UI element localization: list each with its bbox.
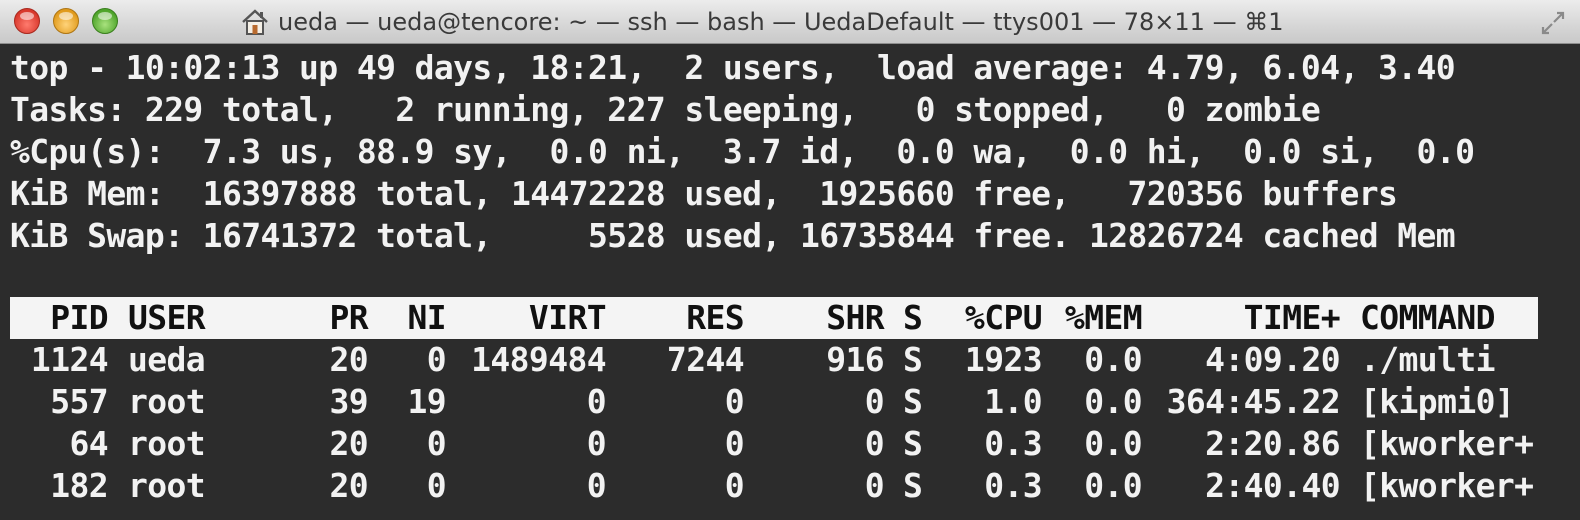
table-row: 182 root 20 0 0 0 0 S 0.3 0.0 2:40.40 [k… bbox=[10, 465, 1538, 507]
col-user: USER bbox=[128, 298, 206, 337]
cell-time: 364:45.22 bbox=[1166, 382, 1341, 421]
cell-virt: 0 bbox=[586, 382, 607, 421]
cell-command: [kworker+ bbox=[1360, 424, 1534, 463]
table-row: 64 root 20 0 0 0 0 S 0.3 0.0 2:20.86 [kw… bbox=[10, 423, 1538, 465]
terminal-content[interactable]: top - 10:02:13 up 49 days, 18:21, 2 user… bbox=[0, 44, 1580, 520]
home-icon bbox=[242, 9, 268, 35]
process-table-header: PID USER PR NI VIRT RES SHR S %CPU %MEM … bbox=[10, 297, 1538, 339]
col-res: RES bbox=[686, 298, 744, 337]
cell-virt: 0 bbox=[586, 466, 607, 505]
cell-command: [kipmi0] bbox=[1360, 382, 1515, 421]
cell-res: 0 bbox=[724, 382, 745, 421]
swap-line: KiB Swap: 16741372 total, 5528 used, 167… bbox=[10, 216, 1456, 255]
cell-res: 7244 bbox=[666, 340, 745, 379]
cell-pr: 20 bbox=[329, 466, 368, 505]
cell-ni: 0 bbox=[426, 466, 447, 505]
cell-mem: 0.0 bbox=[1084, 424, 1142, 463]
cell-ni: 19 bbox=[407, 382, 446, 421]
cell-pid: 64 bbox=[69, 424, 108, 463]
cell-shr: 0 bbox=[864, 424, 885, 463]
cell-cpu: 0.3 bbox=[984, 424, 1042, 463]
cell-pid: 557 bbox=[50, 382, 108, 421]
terminal-window: ueda — ueda@tencore: ~ — ssh — bash — Ue… bbox=[0, 0, 1580, 520]
cell-cpu: 1923 bbox=[964, 340, 1043, 379]
cell-time: 2:40.40 bbox=[1205, 466, 1340, 505]
cell-shr: 916 bbox=[826, 340, 884, 379]
fullscreen-arrows-icon[interactable] bbox=[1540, 10, 1566, 36]
col-cpu: %CPU bbox=[964, 298, 1043, 337]
col-time: TIME+ bbox=[1243, 298, 1341, 337]
cell-mem: 0.0 bbox=[1084, 466, 1142, 505]
cell-command: ./multi bbox=[1360, 340, 1495, 379]
cell-res: 0 bbox=[724, 424, 745, 463]
window-title: ueda — ueda@tencore: ~ — ssh — bash — Ue… bbox=[278, 8, 1284, 36]
cell-ni: 0 bbox=[426, 340, 447, 379]
cell-pr: 39 bbox=[329, 382, 368, 421]
cell-pid: 182 bbox=[50, 466, 108, 505]
cell-s: S bbox=[903, 424, 923, 463]
cell-cpu: 0.3 bbox=[984, 466, 1042, 505]
cell-user: ueda bbox=[128, 340, 206, 379]
col-ni: NI bbox=[407, 298, 446, 337]
cell-shr: 0 bbox=[864, 382, 885, 421]
title-bar[interactable]: ueda — ueda@tencore: ~ — ssh — bash — Ue… bbox=[0, 0, 1580, 44]
zoom-button[interactable] bbox=[92, 8, 118, 34]
col-shr: SHR bbox=[826, 298, 884, 337]
cell-s: S bbox=[903, 382, 923, 421]
cell-user: root bbox=[128, 466, 206, 505]
cell-cpu: 1.0 bbox=[984, 382, 1042, 421]
cell-pid: 1124 bbox=[30, 340, 109, 379]
cell-virt: 0 bbox=[586, 424, 607, 463]
cell-virt: 1489484 bbox=[471, 340, 606, 379]
cell-mem: 0.0 bbox=[1084, 340, 1142, 379]
mem-line: KiB Mem: 16397888 total, 14472228 used, … bbox=[10, 174, 1398, 213]
minimize-button[interactable] bbox=[53, 8, 79, 34]
tasks-line: Tasks: 229 total, 2 running, 227 sleepin… bbox=[10, 90, 1321, 129]
col-mem: %MEM bbox=[1064, 298, 1143, 337]
cell-s: S bbox=[903, 466, 923, 505]
col-pr: PR bbox=[329, 298, 368, 337]
cell-user: root bbox=[128, 382, 206, 421]
cell-ni: 0 bbox=[426, 424, 447, 463]
cell-time: 4:09.20 bbox=[1205, 340, 1340, 379]
cell-time: 2:20.86 bbox=[1205, 424, 1340, 463]
col-command: COMMAND bbox=[1360, 298, 1495, 337]
cell-pr: 20 bbox=[329, 340, 368, 379]
cpu-line: %Cpu(s): 7.3 us, 88.9 sy, 0.0 ni, 3.7 id… bbox=[10, 132, 1475, 171]
cell-shr: 0 bbox=[864, 466, 885, 505]
table-row: 1124 ueda 20 0 1489484 7244 916 S 1923 0… bbox=[10, 339, 1538, 381]
cell-s: S bbox=[903, 340, 923, 379]
col-virt: VIRT bbox=[528, 298, 607, 337]
col-s: S bbox=[903, 298, 923, 337]
cell-user: root bbox=[128, 424, 206, 463]
window-title-group: ueda — ueda@tencore: ~ — ssh — bash — Ue… bbox=[240, 0, 1340, 44]
cell-pr: 20 bbox=[329, 424, 368, 463]
cell-mem: 0.0 bbox=[1084, 382, 1142, 421]
cell-command: [kworker+ bbox=[1360, 466, 1534, 505]
cell-res: 0 bbox=[724, 466, 745, 505]
table-row: 557 root 39 19 0 0 0 S 1.0 0.0 364:45.22… bbox=[10, 381, 1538, 423]
uptime-line: top - 10:02:13 up 49 days, 18:21, 2 user… bbox=[10, 48, 1456, 87]
close-button[interactable] bbox=[14, 8, 40, 34]
col-pid: PID bbox=[50, 298, 108, 337]
